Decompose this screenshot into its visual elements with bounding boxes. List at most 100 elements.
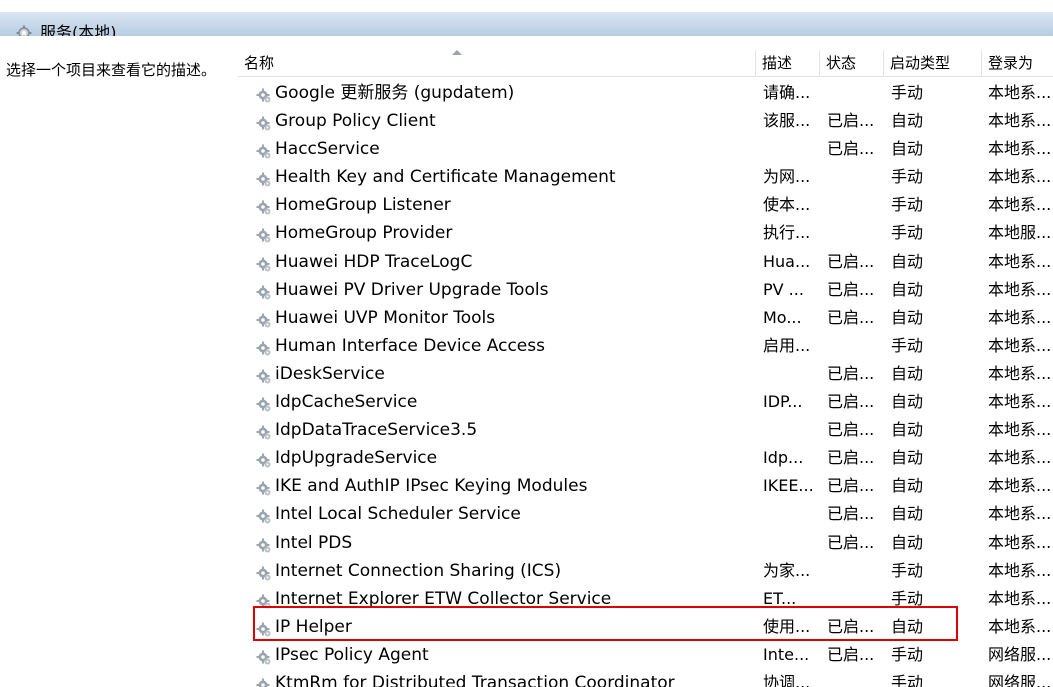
service-name-cell: HomeGroup Provider <box>256 219 756 247</box>
service-name: Internet Explorer ETW Collector Service <box>275 588 612 609</box>
service-name: Health Key and Certificate Management <box>275 167 616 188</box>
service-logon-as: 本地系... <box>988 532 1052 552</box>
column-header-logon[interactable]: 登录为 <box>982 50 1053 76</box>
service-gear-icon <box>256 282 272 300</box>
service-row[interactable]: IKE and AuthIP IPsec Keying Modules IKEE.… <box>238 472 1053 500</box>
service-row[interactable]: Group Policy Client 该服... 已启... 自动 本地系... <box>238 107 1053 135</box>
service-row[interactable]: Intel PDS 已启... 自动 本地系... <box>238 529 1053 557</box>
service-logon-as: 本地服... <box>988 223 1052 243</box>
service-name-cell: IdpCacheService <box>256 388 756 416</box>
service-row[interactable]: Huawei HDP TraceLogC Hua... 已启... 自动 本地系... <box>238 248 1053 276</box>
column-header-logon-label: 登录为 <box>988 54 1034 72</box>
column-header-desc[interactable]: 描述 <box>756 50 820 76</box>
service-name: Human Interface Device Access <box>275 335 545 356</box>
service-row[interactable]: HomeGroup Listener 使本... 手动 本地系... <box>238 191 1053 219</box>
service-startup-type: 自动 <box>891 251 924 271</box>
service-status: 已启... <box>827 448 875 468</box>
service-logon-as: 本地系... <box>988 251 1052 271</box>
service-description: 协调... <box>763 672 811 687</box>
service-description: 启用... <box>763 335 811 355</box>
service-name-cell: Huawei PV Driver Upgrade Tools <box>256 276 756 304</box>
service-name-cell: Internet Connection Sharing (ICS) <box>256 557 756 585</box>
service-gear-icon <box>256 675 272 687</box>
service-row[interactable]: Intel Local Scheduler Service 已启... 自动 本地系.… <box>238 500 1053 528</box>
service-startup-type: 自动 <box>891 448 924 468</box>
service-logon-as: 本地系... <box>988 420 1052 440</box>
service-startup-type: 手动 <box>891 335 924 355</box>
service-startup-type: 手动 <box>891 560 924 580</box>
column-header-name[interactable]: 名称 <box>238 50 756 76</box>
service-row[interactable]: iDeskService 已启... 自动 本地系... <box>238 360 1053 388</box>
service-status: 已启... <box>827 363 875 383</box>
service-logon-as: 本地系... <box>988 476 1052 496</box>
service-status: 已启... <box>827 644 875 664</box>
service-name-cell: Human Interface Device Access <box>256 332 756 360</box>
service-rows: Google 更新服务 (gupdatem) 请确... 手动 本地系... Group… <box>238 79 1053 687</box>
service-row[interactable]: IdpUpgradeService Idp... 已启... 自动 本地系... <box>238 444 1053 472</box>
service-logon-as: 本地系... <box>988 279 1052 299</box>
service-status: 已启... <box>827 251 875 271</box>
service-gear-icon <box>256 197 272 215</box>
service-row[interactable]: IdpDataTraceService3.5 已启... 自动 本地系... <box>238 416 1053 444</box>
service-gear-icon <box>256 591 272 609</box>
service-description: PV ... <box>763 279 804 299</box>
service-row[interactable]: Google 更新服务 (gupdatem) 请确... 手动 本地系... <box>238 79 1053 107</box>
service-name-cell: IP Helper <box>256 613 756 641</box>
service-row[interactable]: HaccService 已启... 自动 本地系... <box>238 135 1053 163</box>
service-name-cell: KtmRm for Distributed Transaction Coordi… <box>256 669 756 687</box>
service-description: 执行... <box>763 223 811 243</box>
service-description: Mo... <box>763 307 802 327</box>
service-row[interactable]: Huawei PV Driver Upgrade Tools PV ... 已启..… <box>238 276 1053 304</box>
service-name: KtmRm for Distributed Transaction Coordi… <box>275 672 675 687</box>
service-gear-icon <box>256 619 272 637</box>
service-row[interactable]: IdpCacheService IDP... 已启... 自动 本地系... <box>238 388 1053 416</box>
service-gear-icon <box>256 338 272 356</box>
service-name: HomeGroup Provider <box>275 223 453 244</box>
service-startup-type: 手动 <box>891 644 924 664</box>
service-status: 已启... <box>827 139 875 159</box>
column-header-status[interactable]: 状态 <box>820 50 884 76</box>
service-status: 已启... <box>827 307 875 327</box>
service-row[interactable]: Huawei UVP Monitor Tools Mo... 已启... 自动 本地系.… <box>238 304 1053 332</box>
service-name: HaccService <box>275 139 380 160</box>
service-row[interactable]: IP Helper 使用... 已启... 自动 本地系... <box>238 613 1053 641</box>
console-titlebar: 服务(本地) <box>0 0 1053 42</box>
service-name-cell: Intel PDS <box>256 529 756 557</box>
service-row[interactable]: Internet Explorer ETW Collector Service E… <box>238 585 1053 613</box>
service-startup-type: 自动 <box>891 420 924 440</box>
service-row[interactable]: Human Interface Device Access 启用... 手动 本地系.… <box>238 332 1053 360</box>
service-logon-as: 本地系... <box>988 307 1052 327</box>
column-header-startup-label: 启动类型 <box>890 54 951 72</box>
service-gear-icon <box>256 169 272 187</box>
service-name-cell: iDeskService <box>256 360 756 388</box>
column-header-startup[interactable]: 启动类型 <box>884 50 982 76</box>
service-gear-icon <box>256 113 272 131</box>
service-name: Intel Local Scheduler Service <box>275 504 521 525</box>
service-name-cell: Google 更新服务 (gupdatem) <box>256 79 756 107</box>
service-name-cell: IPsec Policy Agent <box>256 641 756 669</box>
service-logon-as: 本地系... <box>988 111 1052 131</box>
service-name-cell: HomeGroup Listener <box>256 191 756 219</box>
service-row[interactable]: Health Key and Certificate Management 为网.… <box>238 163 1053 191</box>
service-name-cell: IKE and AuthIP IPsec Keying Modules <box>256 472 756 500</box>
service-startup-type: 自动 <box>891 139 924 159</box>
service-logon-as: 本地系... <box>988 392 1052 412</box>
service-name: iDeskService <box>275 363 385 384</box>
services-list[interactable]: 名称 描述 状态 启动类型 登录为 Google 更新服务 (gupdatem)… <box>238 36 1053 687</box>
service-name-cell: IdpUpgradeService <box>256 444 756 472</box>
service-logon-as: 本地系... <box>988 588 1052 608</box>
service-gear-icon <box>256 535 272 552</box>
service-name-cell: IdpDataTraceService3.5 <box>256 416 756 444</box>
service-name: IdpCacheService <box>275 392 418 413</box>
service-row[interactable]: HomeGroup Provider 执行... 手动 本地服... <box>238 219 1053 247</box>
service-startup-type: 自动 <box>891 532 924 552</box>
service-row[interactable]: IPsec Policy Agent Inte... 已启... 手动 网络服... <box>238 641 1053 669</box>
service-logon-as: 本地系... <box>988 504 1052 524</box>
service-status: 已启... <box>827 279 875 299</box>
service-name: Internet Connection Sharing (ICS) <box>275 560 562 581</box>
service-gear-icon <box>256 310 272 328</box>
service-name: IKE and AuthIP IPsec Keying Modules <box>275 476 588 497</box>
service-row[interactable]: KtmRm for Distributed Transaction Coordi… <box>238 669 1053 687</box>
service-row[interactable]: Internet Connection Sharing (ICS) 为家... 手动… <box>238 557 1053 585</box>
service-logon-as: 本地系... <box>988 363 1052 383</box>
